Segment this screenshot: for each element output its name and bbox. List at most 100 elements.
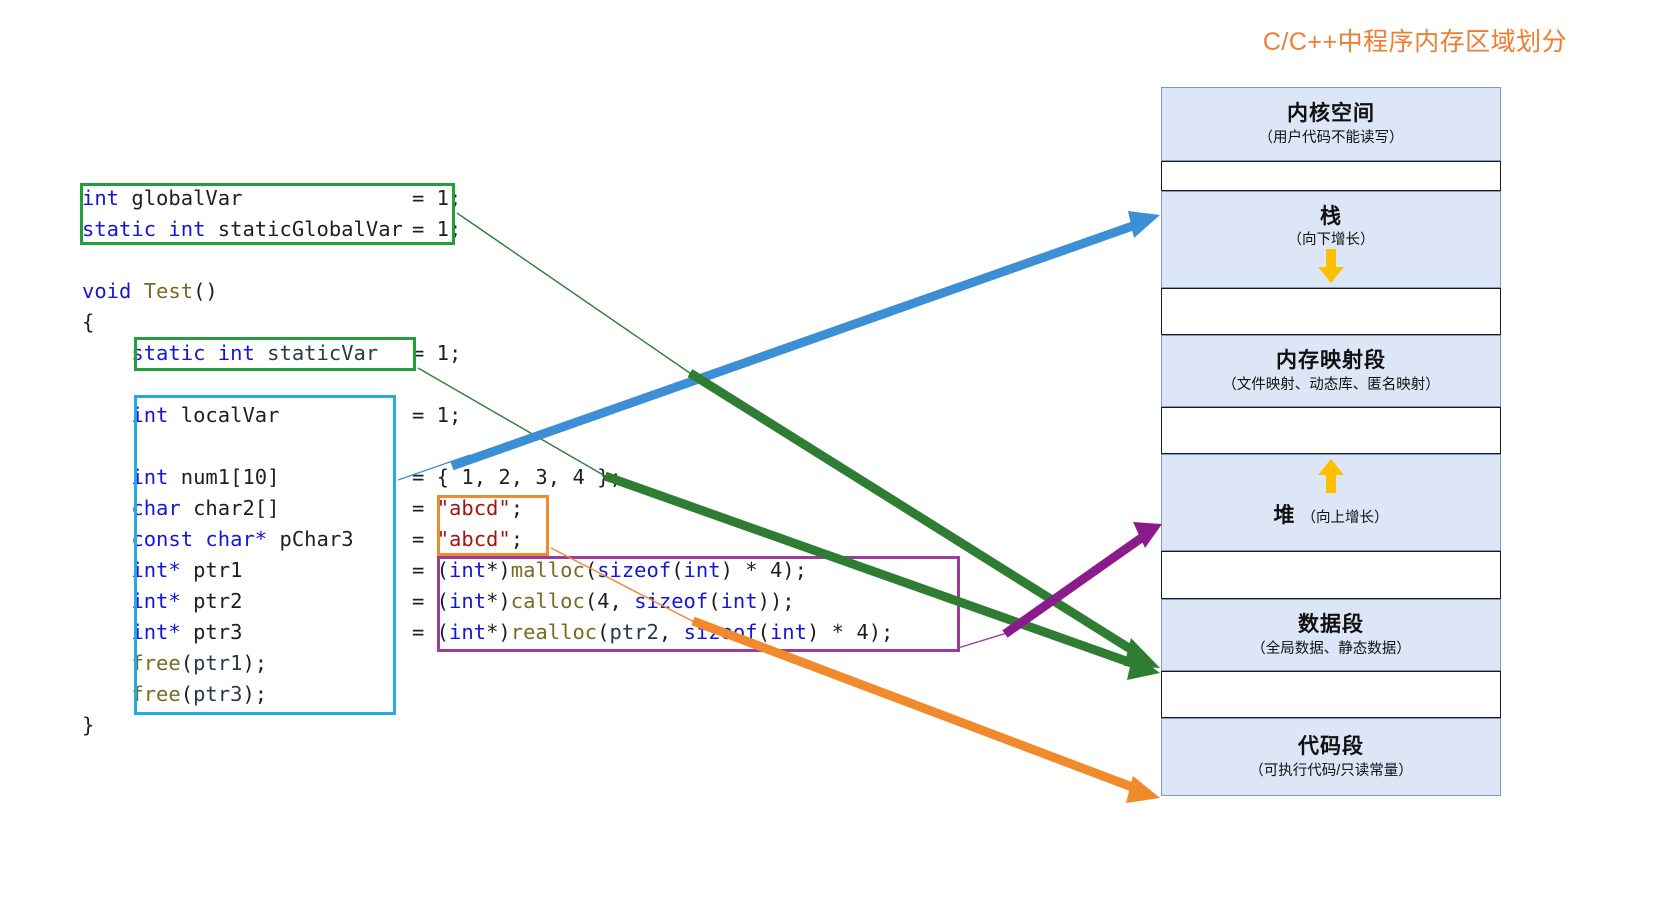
code-line: free(ptr3);: [82, 679, 403, 710]
code-line: int* ptr1 = (int*)malloc(sizeof(int) * 4)…: [82, 555, 807, 586]
code-token: =: [412, 527, 437, 551]
code-declaration: int* ptr3: [82, 617, 242, 648]
code-initializer: = 1;: [412, 338, 461, 369]
code-line: int localVar = 1;: [82, 400, 461, 431]
code-line: static int staticGlobalVar = 1;: [82, 214, 461, 245]
code-token: (): [193, 279, 218, 303]
code-initializer: = (int*)calloc(4, sizeof(int));: [412, 586, 795, 617]
code-token: int: [449, 558, 487, 582]
code-token: (: [597, 620, 610, 644]
memory-block-text: 代码段 （可执行代码/只读常量）: [1161, 718, 1501, 796]
code-line: int globalVar = 1;: [82, 183, 461, 214]
code-token: int: [720, 589, 758, 613]
code-token: = { 1, 2, 3, 4 };: [412, 465, 622, 489]
memory-block-stack: 栈 （向下增长）: [1161, 191, 1501, 288]
code-token: ptr3: [193, 682, 243, 706]
code-token: = (: [412, 558, 450, 582]
code-token: void: [82, 279, 144, 303]
memory-block-subtitle: （全局数据、静态数据）: [1251, 640, 1411, 657]
code-token: sizeof: [597, 558, 672, 582]
leader-line-global: [456, 212, 701, 381]
code-declaration: int* ptr2: [82, 586, 242, 617]
code-token: globalVar: [131, 186, 243, 210]
code-declaration: {: [82, 307, 94, 338]
memory-block-title: 栈: [1320, 204, 1342, 228]
code-token: = 1;: [412, 403, 462, 427]
memory-block-title: 内存映射段: [1276, 349, 1386, 373]
code-initializer: = { 1, 2, 3, 4 };: [412, 462, 622, 493]
code-token: int: [82, 403, 181, 427]
code-declaration: void Test(): [82, 276, 218, 307]
code-initializer: = (int*)malloc(sizeof(int) * 4);: [412, 555, 807, 586]
code-token: {: [82, 310, 95, 334]
memory-layout-diagram: 内核空间 （用户代码不能读写） 栈 （向下增长） 内存映射段 （文件映射、动态库、匿名映射…: [1161, 87, 1501, 830]
code-initializer: = (int*)realloc(ptr2, sizeof(int) * 4);: [412, 617, 893, 648]
code-token: calloc: [510, 589, 585, 613]
code-token: ;: [510, 496, 524, 520]
memory-block-title: 数据段: [1298, 613, 1364, 637]
arrow-locals-to-stack: [450, 211, 1160, 471]
memory-gap-after-stack: [1161, 288, 1501, 335]
arrow-stringlit-to-text: [691, 616, 1160, 803]
memory-gap-after-kernel: [1161, 161, 1501, 191]
code-declaration: int num1[10]: [82, 462, 280, 493]
code-declaration: free(ptr3);: [82, 679, 267, 710]
code-token: );: [242, 651, 268, 675]
code-token: (: [180, 682, 194, 706]
code-declaration: static int staticVar: [82, 338, 378, 369]
code-token: = 1;: [412, 341, 462, 365]
code-token: =: [412, 496, 437, 520]
code-line: static int staticVar = 1;: [82, 338, 461, 369]
code-token: ;: [510, 527, 524, 551]
code-declaration: int localVar: [82, 400, 280, 431]
code-line: const char* pChar3 = "abcd";: [82, 524, 523, 555]
code-token: staticGlobalVar: [217, 217, 403, 241]
code-line: int num1[10] = { 1, 2, 3, 4 };: [82, 462, 621, 493]
code-initializer: = 1;: [412, 183, 461, 214]
code-line: {: [82, 307, 403, 338]
code-token: int: [449, 620, 487, 644]
code-token: = (: [412, 620, 450, 644]
code-token: int: [449, 589, 487, 613]
memory-block-subtitle: （文件映射、动态库、匿名映射）: [1222, 376, 1440, 393]
code-token: free: [131, 651, 181, 675]
code-token: *): [486, 589, 511, 613]
memory-block-subtitle: （用户代码不能读写）: [1258, 129, 1404, 146]
code-token: num1[10]: [180, 465, 280, 489]
code-token: pChar3: [279, 527, 354, 551]
memory-gap-after-heap: [1161, 551, 1501, 599]
memory-block-subtitle: （可执行代码/只读常量）: [1249, 762, 1413, 779]
code-token: int*: [82, 589, 194, 613]
code-token: int*: [82, 558, 194, 582]
code-token: ptr1: [193, 651, 243, 675]
code-token: localVar: [180, 403, 280, 427]
code-token: char: [82, 496, 194, 520]
memory-gap-after-data: [1161, 671, 1501, 718]
code-token: static int: [82, 341, 268, 365]
code-token: *): [486, 558, 511, 582]
code-token: }: [82, 713, 95, 737]
code-line: void Test(): [82, 276, 403, 307]
code-line: int* ptr3 = (int*)realloc(ptr2, sizeof(in…: [82, 617, 893, 648]
memory-block-data: 数据段 （全局数据、静态数据）: [1161, 599, 1501, 671]
memory-block-title: 内核空间: [1287, 102, 1375, 126]
code-token: = (: [412, 589, 450, 613]
code-token: (4,: [584, 589, 635, 613]
code-declaration: static int staticGlobalVar: [82, 214, 403, 245]
code-initializer: = "abcd";: [412, 493, 523, 524]
code-token: "abcd": [436, 527, 511, 551]
memory-block-kernel: 内核空间 （用户代码不能读写）: [1161, 87, 1501, 161]
arrow-malloc-to-heap: [1002, 522, 1162, 638]
growth-down-arrow-icon: [1318, 249, 1344, 283]
growth-up-arrow-icon: [1318, 459, 1344, 493]
code-token: ) * 4);: [720, 558, 807, 582]
page-title: C/C++中程序内存区域划分: [1262, 28, 1568, 56]
code-token: malloc: [510, 558, 585, 582]
code-token: int: [769, 620, 807, 644]
code-token: sizeof: [634, 589, 709, 613]
code-token: (: [584, 558, 598, 582]
code-declaration: free(ptr1);: [82, 648, 267, 679]
code-listing: int globalVar = 1; static int staticGlobal…: [82, 183, 893, 741]
